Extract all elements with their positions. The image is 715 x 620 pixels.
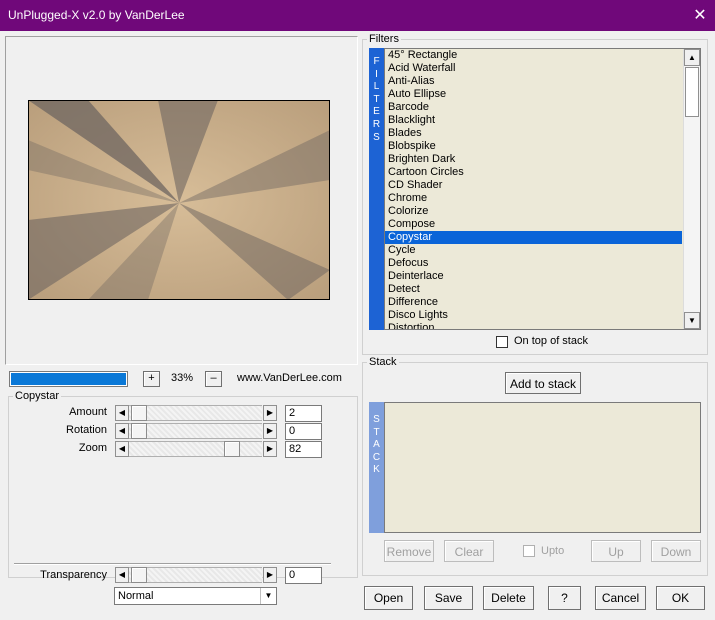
zoom-right-arrow[interactable]: ▶ [263, 441, 277, 457]
rotation-slider-thumb[interactable] [131, 423, 147, 439]
upto-checkbox[interactable] [523, 545, 535, 557]
rotation-right-arrow[interactable]: ▶ [263, 423, 277, 439]
zoom-slider[interactable] [129, 441, 262, 457]
list-item[interactable]: Blobspike [385, 140, 700, 153]
amount-slider-thumb[interactable] [131, 405, 147, 421]
blend-mode-select[interactable]: Normal ▼ [114, 587, 277, 605]
open-button[interactable]: Open [364, 586, 413, 610]
stack-list[interactable] [384, 402, 701, 533]
list-item[interactable]: Anti-Alias [385, 75, 700, 88]
rotation-slider[interactable] [129, 423, 262, 439]
rotation-left-arrow[interactable]: ◀ [115, 423, 129, 439]
chevron-down-icon[interactable]: ▼ [260, 588, 276, 604]
amount-input[interactable]: 2 [285, 405, 322, 422]
title-bar: UnPlugged-X v2.0 by VanDerLee ✕ [0, 0, 715, 31]
on-top-of-stack-label: On top of stack [514, 335, 588, 347]
list-item[interactable]: 45° Rectangle [385, 49, 700, 62]
filters-list[interactable]: 45° Rectangle Acid Waterfall Anti-Alias … [384, 48, 701, 330]
list-item-selected[interactable]: Copystar [385, 231, 682, 244]
zoom-left-arrow[interactable]: ◀ [115, 441, 129, 457]
list-item[interactable]: Brighten Dark [385, 153, 700, 166]
rotation-input[interactable]: 0 [285, 423, 322, 440]
transparency-slider-thumb[interactable] [131, 567, 147, 583]
list-item[interactable]: Compose [385, 218, 700, 231]
zoom-slider-thumb[interactable] [224, 441, 240, 457]
filters-scrollbar[interactable]: ▲ ▼ [683, 49, 700, 329]
list-item[interactable]: Acid Waterfall [385, 62, 700, 75]
transparency-label: Transparency [40, 569, 107, 581]
transparency-slider[interactable] [129, 567, 262, 583]
transparency-left-arrow[interactable]: ◀ [115, 567, 129, 583]
stack-group-label: Stack [367, 356, 399, 368]
separator [14, 563, 331, 565]
zoom-in-button[interactable]: + [143, 371, 160, 387]
list-item[interactable]: Defocus [385, 257, 700, 270]
delete-button[interactable]: Delete [483, 586, 534, 610]
transparency-right-arrow[interactable]: ▶ [263, 567, 277, 583]
amount-label: Amount [69, 406, 107, 418]
list-item[interactable]: Cartoon Circles [385, 166, 700, 179]
list-item[interactable]: Disco Lights [385, 309, 700, 322]
filters-group-label: Filters [367, 33, 401, 45]
window-title: UnPlugged-X v2.0 by VanDerLee [8, 8, 185, 22]
rotation-label: Rotation [66, 424, 107, 436]
scrollbar-thumb[interactable] [685, 67, 699, 117]
down-button[interactable]: Down [651, 540, 701, 562]
zoom-out-button[interactable]: – [205, 371, 222, 387]
save-button[interactable]: Save [424, 586, 473, 610]
list-item[interactable]: Cycle [385, 244, 700, 257]
on-top-of-stack-checkbox[interactable] [496, 336, 508, 348]
scroll-up-icon[interactable]: ▲ [684, 49, 700, 66]
list-item[interactable]: Auto Ellipse [385, 88, 700, 101]
up-button[interactable]: Up [591, 540, 641, 562]
scroll-down-icon[interactable]: ▼ [684, 312, 700, 329]
remove-button[interactable]: Remove [384, 540, 434, 562]
close-icon[interactable]: ✕ [685, 0, 715, 31]
blend-mode-value: Normal [118, 590, 154, 602]
preview-image[interactable] [28, 100, 330, 300]
ok-button[interactable]: OK [656, 586, 705, 610]
upto-label: Upto [541, 545, 565, 557]
list-item[interactable]: Chrome [385, 192, 700, 205]
list-item[interactable]: Deinterlace [385, 270, 700, 283]
preview-panel [5, 36, 358, 365]
list-item[interactable]: Difference [385, 296, 700, 309]
transparency-input[interactable]: 0 [285, 567, 322, 584]
list-item[interactable]: Colorize [385, 205, 700, 218]
cancel-button[interactable]: Cancel [595, 586, 646, 610]
amount-slider[interactable] [129, 405, 262, 421]
stack-side-bar: STACK [369, 402, 384, 533]
list-item[interactable]: Blades [385, 127, 700, 140]
list-item[interactable]: Detect [385, 283, 700, 296]
clear-button[interactable]: Clear [444, 540, 494, 562]
zoom-input[interactable]: 82 [285, 441, 322, 458]
list-item[interactable]: Barcode [385, 101, 700, 114]
list-item[interactable]: CD Shader [385, 179, 700, 192]
list-item[interactable]: Distortion [385, 322, 700, 329]
filters-side-bar: FILTERS [369, 48, 384, 330]
amount-left-arrow[interactable]: ◀ [115, 405, 129, 421]
help-button[interactable]: ? [548, 586, 581, 610]
add-to-stack-button[interactable]: Add to stack [505, 372, 581, 394]
zoom-value: 33% [171, 372, 194, 384]
progress-bar [9, 371, 128, 387]
website-link[interactable]: www.VanDerLee.com [237, 372, 342, 384]
zoom-label: Zoom [78, 442, 107, 454]
list-item[interactable]: Blacklight [385, 114, 700, 127]
params-group-label: Copystar [13, 390, 62, 402]
amount-right-arrow[interactable]: ▶ [263, 405, 277, 421]
